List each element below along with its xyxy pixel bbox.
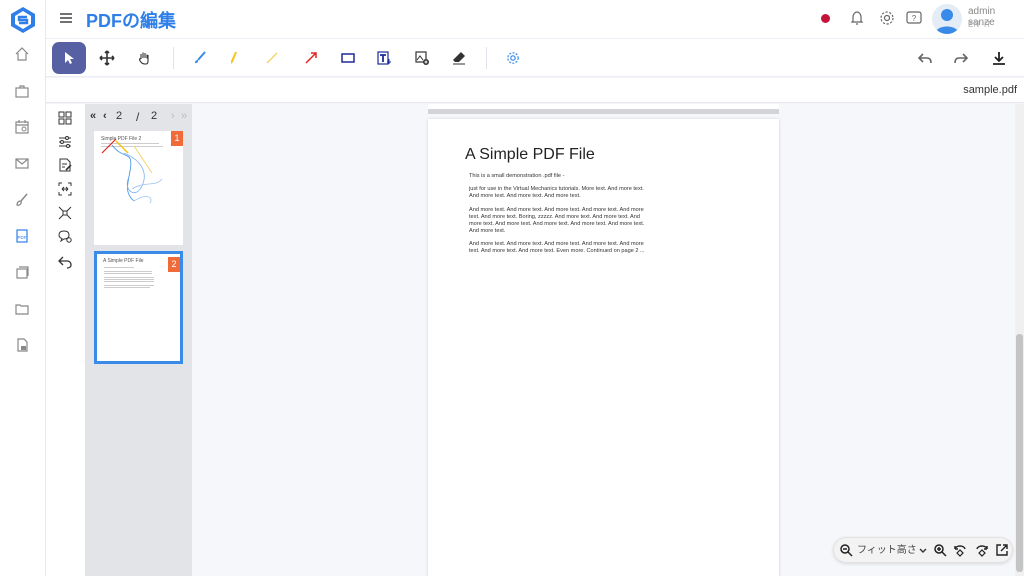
move-icon[interactable]	[90, 42, 124, 74]
pdf-page[interactable]: A Simple PDF File This is a small demons…	[428, 119, 779, 576]
thumbnail-drawing	[101, 138, 163, 204]
thumbnail-text-line	[104, 273, 152, 274]
gear-icon[interactable]	[878, 9, 896, 27]
calendar-icon[interactable]	[11, 116, 33, 138]
zoom-in-icon[interactable]	[933, 543, 947, 557]
undo-icon[interactable]	[908, 42, 942, 74]
file-lock-icon[interactable]	[11, 334, 33, 356]
document-paragraph: And more text. And more text. And more t…	[469, 207, 645, 234]
comments-icon[interactable]	[57, 228, 73, 244]
current-page-input[interactable]: 2	[116, 110, 122, 122]
thumbnail-tools	[46, 104, 85, 576]
thumbnail-text-line	[104, 267, 134, 268]
highlighter-icon[interactable]	[217, 42, 251, 74]
hand-icon[interactable]	[127, 42, 161, 74]
file-name: sample.pdf	[963, 84, 1017, 96]
prev-page-button[interactable]: ‹	[103, 110, 107, 122]
app-logo-icon[interactable]	[9, 6, 37, 34]
annotation-toolbar	[46, 38, 1024, 77]
eraser-icon[interactable]	[442, 42, 476, 74]
home-icon[interactable]	[11, 43, 33, 65]
folder-icon[interactable]	[11, 298, 33, 320]
text-icon[interactable]	[367, 42, 401, 74]
total-pages: 2	[151, 110, 158, 122]
thumbnail-text-line	[104, 285, 154, 286]
zoom-controls: フィット高さ	[833, 537, 1013, 563]
back-icon[interactable]	[57, 254, 73, 270]
line-icon[interactable]	[255, 42, 289, 74]
rotate-right-icon[interactable]	[975, 543, 989, 557]
svg-text:?: ?	[912, 14, 917, 23]
menu-icon[interactable]	[58, 11, 74, 25]
record-indicator	[821, 14, 830, 23]
page-badge: 2	[168, 257, 180, 272]
zoom-out-icon[interactable]	[839, 543, 853, 557]
pdf-icon[interactable]: PDF	[11, 225, 33, 247]
redo-icon[interactable]	[944, 42, 978, 74]
rectangle-icon[interactable]	[331, 42, 365, 74]
svg-text:PDF: PDF	[18, 235, 27, 240]
download-icon[interactable]	[982, 42, 1016, 74]
rotate-left-icon[interactable]	[953, 543, 967, 557]
thumbnail-text-line	[104, 287, 150, 288]
grid-view-icon[interactable]	[57, 110, 73, 126]
thumbnail-panel: « ‹ 2 / 2 › » Simple PDF File 2 1 A Simp…	[85, 104, 192, 576]
document-title: A Simple PDF File	[465, 146, 595, 163]
settings-icon[interactable]	[496, 42, 530, 74]
thumbnail-text-line	[104, 277, 154, 278]
previous-page-edge	[428, 104, 779, 114]
viewer-scrollbar[interactable]	[1015, 104, 1024, 576]
document-paragraph: just for use in the Virtual Mechanics tu…	[469, 186, 644, 199]
brush-icon[interactable]	[11, 189, 33, 211]
open-external-icon[interactable]	[995, 543, 1009, 557]
left-rail: PDF	[0, 0, 46, 576]
page-thumbnail-2[interactable]: A Simple PDF File 2	[94, 251, 183, 364]
chevron-down-icon	[919, 548, 927, 553]
fit-width-icon[interactable]	[57, 181, 73, 197]
toolbar-divider	[173, 47, 174, 69]
page-thumbnail-1[interactable]: Simple PDF File 2 1	[94, 131, 183, 245]
fit-page-icon[interactable]	[57, 205, 73, 221]
select-pointer-icon[interactable]	[52, 42, 86, 74]
stack-icon[interactable]	[11, 261, 33, 283]
zoom-mode-select[interactable]: フィット高さ	[857, 542, 927, 559]
language-selector[interactable]: EN -IT	[968, 20, 991, 29]
next-page-button[interactable]: ›	[171, 110, 175, 122]
document-viewer[interactable]: A Simple PDF File This is a small demons…	[192, 104, 1015, 576]
thumbnail-title: A Simple PDF File	[103, 258, 144, 264]
briefcase-icon[interactable]	[11, 80, 33, 102]
file-bar: sample.pdf	[46, 78, 1024, 103]
first-page-button[interactable]: «	[90, 110, 96, 122]
toolbar-divider	[486, 47, 487, 69]
help-icon[interactable]: ?	[905, 9, 923, 27]
avatar[interactable]	[932, 4, 962, 34]
thumbnail-text-line	[104, 281, 154, 282]
scrollbar-thumb[interactable]	[1016, 334, 1023, 572]
sliders-icon[interactable]	[57, 134, 73, 150]
page-badge: 1	[171, 131, 183, 146]
document-paragraph: This is a small demonstration .pdf file …	[469, 173, 565, 179]
document-paragraph: And more text. And more text. And more t…	[469, 241, 645, 254]
arrow-icon[interactable]	[294, 42, 328, 74]
pen-icon[interactable]	[183, 42, 217, 74]
edit-document-icon[interactable]	[57, 157, 73, 173]
app-header: PDFの編集 ? admin sanze EN -IT	[46, 0, 1024, 38]
last-page-button[interactable]: »	[181, 110, 187, 122]
page-title: PDFの編集	[86, 11, 176, 31]
thumbnail-text-line	[104, 271, 152, 272]
bell-icon[interactable]	[848, 9, 866, 27]
mail-icon[interactable]	[11, 152, 33, 174]
zoom-mode-value: フィット高さ	[857, 545, 917, 556]
page-separator: /	[136, 110, 140, 124]
thumbnail-text-line	[104, 279, 154, 280]
image-add-icon[interactable]	[405, 42, 439, 74]
